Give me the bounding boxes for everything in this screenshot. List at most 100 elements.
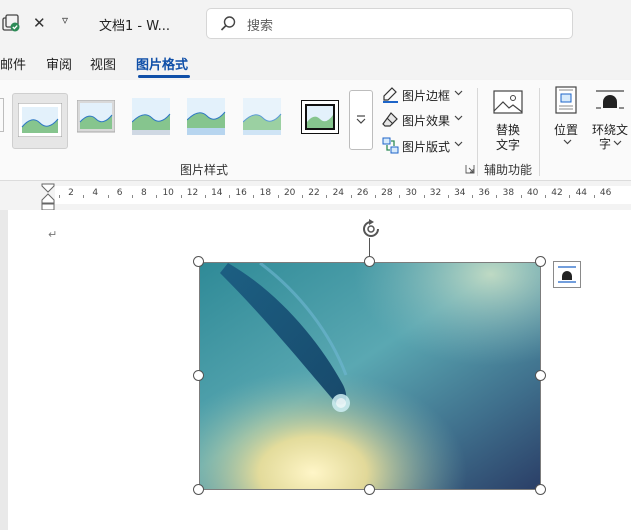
ruler-tick — [423, 195, 425, 198]
ruler-number: 28 — [381, 188, 393, 198]
resize-handle-bottom[interactable] — [364, 484, 375, 495]
rotate-icon[interactable] — [359, 217, 383, 241]
tab-review[interactable]: 审阅 — [46, 54, 72, 73]
style-gallery-more-button[interactable] — [349, 90, 373, 150]
picture-image — [200, 263, 540, 489]
picture-layout-icon — [382, 137, 399, 154]
ruler-number: 22 — [308, 188, 320, 198]
ruler-tick — [520, 195, 522, 198]
picture-effects-label: 图片效果 — [402, 114, 451, 128]
picture-style-black-frame-icon[interactable] — [301, 100, 339, 134]
wrap-text-icon — [596, 90, 624, 109]
ruler-number: 10 — [162, 188, 174, 198]
active-tab-indicator — [138, 75, 190, 78]
chevron-down-icon — [613, 140, 622, 146]
tab-view[interactable]: 视图 — [90, 54, 116, 73]
customize-toolbar-icon[interactable]: ▿ — [62, 13, 68, 27]
position-button[interactable]: 位置 — [550, 86, 584, 152]
document-title: 文档1 - W... — [99, 19, 170, 34]
ruler-number: 14 — [211, 188, 223, 198]
dialog-launcher-icon[interactable] — [465, 164, 475, 174]
ruler-number: 44 — [575, 188, 588, 198]
resize-handle-right[interactable] — [535, 370, 546, 381]
ruler-number: 6 — [116, 188, 123, 198]
search-input[interactable]: 搜索 — [206, 8, 573, 39]
tab-picture-format[interactable]: 图片格式 — [136, 54, 188, 73]
ribbon-tab-bar: 邮件 审阅 视图 图片格式 — [0, 46, 631, 78]
ribbon-group-separator — [539, 88, 540, 176]
wrap-text-label-line2: 字 — [599, 137, 612, 151]
resize-handle-bottom-right[interactable] — [535, 484, 546, 495]
alt-text-button[interactable]: 替换 文字 — [487, 88, 529, 154]
alt-text-label-line2: 文字 — [496, 138, 521, 152]
ruler-tick — [204, 195, 206, 198]
ruler-number: 32 — [429, 188, 442, 198]
ruler-number: 18 — [259, 188, 272, 198]
picture-border-label: 图片边框 — [402, 89, 451, 103]
ruler-number: 4 — [92, 188, 99, 198]
resize-handle-top-left[interactable] — [193, 256, 204, 267]
ruler-number: 30 — [405, 188, 417, 198]
picture-style-beveled-icon[interactable] — [77, 100, 115, 136]
ruler-number: 26 — [356, 188, 369, 198]
eraser-effects-icon — [382, 112, 398, 127]
wrap-text-button[interactable]: 环绕文 字 — [589, 86, 631, 152]
ruler-number: 12 — [186, 188, 199, 198]
chevron-down-icon — [563, 139, 572, 145]
chevron-down-icon — [454, 115, 463, 121]
ruler-tick — [277, 195, 279, 198]
ruler-tick — [59, 195, 60, 198]
ruler-tick — [350, 195, 352, 198]
indent-marker-icon[interactable] — [40, 183, 56, 211]
ruler-number: 20 — [283, 188, 296, 198]
picture-styles-group-label: 图片样式 — [180, 163, 229, 177]
close-icon[interactable]: ✕ — [33, 14, 46, 32]
picture-style-simple-frame-icon[interactable] — [18, 103, 62, 137]
picture-layout-label: 图片版式 — [402, 140, 451, 154]
ruler-tick — [374, 195, 376, 198]
ruler-number: 16 — [235, 188, 247, 198]
ruler-tick — [156, 195, 158, 198]
ruler-tick — [180, 195, 182, 198]
resize-handle-top[interactable] — [364, 256, 375, 267]
alt-text-icon — [493, 90, 523, 114]
ruler-number: 34 — [454, 188, 466, 198]
ruler-tick — [569, 195, 571, 198]
ruler-number: 38 — [502, 188, 515, 198]
ruler-tick — [326, 195, 328, 198]
ruler-number: 36 — [478, 188, 490, 198]
ruler-tick — [593, 195, 595, 198]
search-icon — [220, 16, 236, 31]
ruler-tick — [545, 195, 546, 198]
ruler-tick — [447, 195, 449, 198]
ruler-number: 24 — [332, 188, 345, 198]
picture-style-option[interactable] — [0, 98, 4, 132]
resize-handle-top-right[interactable] — [535, 256, 546, 267]
ruler-tick — [253, 195, 255, 198]
layout-options-button[interactable] — [553, 261, 581, 288]
autosave-icon[interactable] — [0, 12, 22, 34]
resize-handle-bottom-left[interactable] — [193, 484, 204, 495]
ruler-number: 2 — [68, 188, 74, 198]
ruler-tick — [131, 195, 133, 198]
ruler-number: 42 — [551, 188, 563, 198]
picture-style-soft-edge-icon[interactable] — [243, 98, 283, 136]
ruler-number: 8 — [141, 188, 147, 198]
chevron-down-icon — [454, 141, 463, 147]
layout-options-icon — [558, 266, 576, 283]
search-placeholder: 搜索 — [247, 19, 274, 34]
resize-handle-left[interactable] — [193, 370, 204, 381]
position-icon — [555, 86, 577, 114]
ruler-tick — [83, 195, 85, 198]
picture-layout-button[interactable]: 图片版式 — [382, 135, 472, 157]
picture-effects-button[interactable]: 图片效果 — [382, 109, 472, 131]
ruler-tick — [496, 195, 498, 198]
picture-style-reflection-icon[interactable] — [187, 98, 227, 136]
chevron-down-icon — [454, 90, 463, 96]
ribbon — [0, 80, 631, 181]
tab-mailings[interactable]: 邮件 — [0, 54, 26, 73]
ruler-tick — [472, 195, 474, 198]
picture-border-button[interactable]: 图片边框 — [382, 84, 472, 106]
picture-style-shadow-icon[interactable] — [132, 98, 172, 136]
selected-picture[interactable] — [199, 262, 541, 490]
